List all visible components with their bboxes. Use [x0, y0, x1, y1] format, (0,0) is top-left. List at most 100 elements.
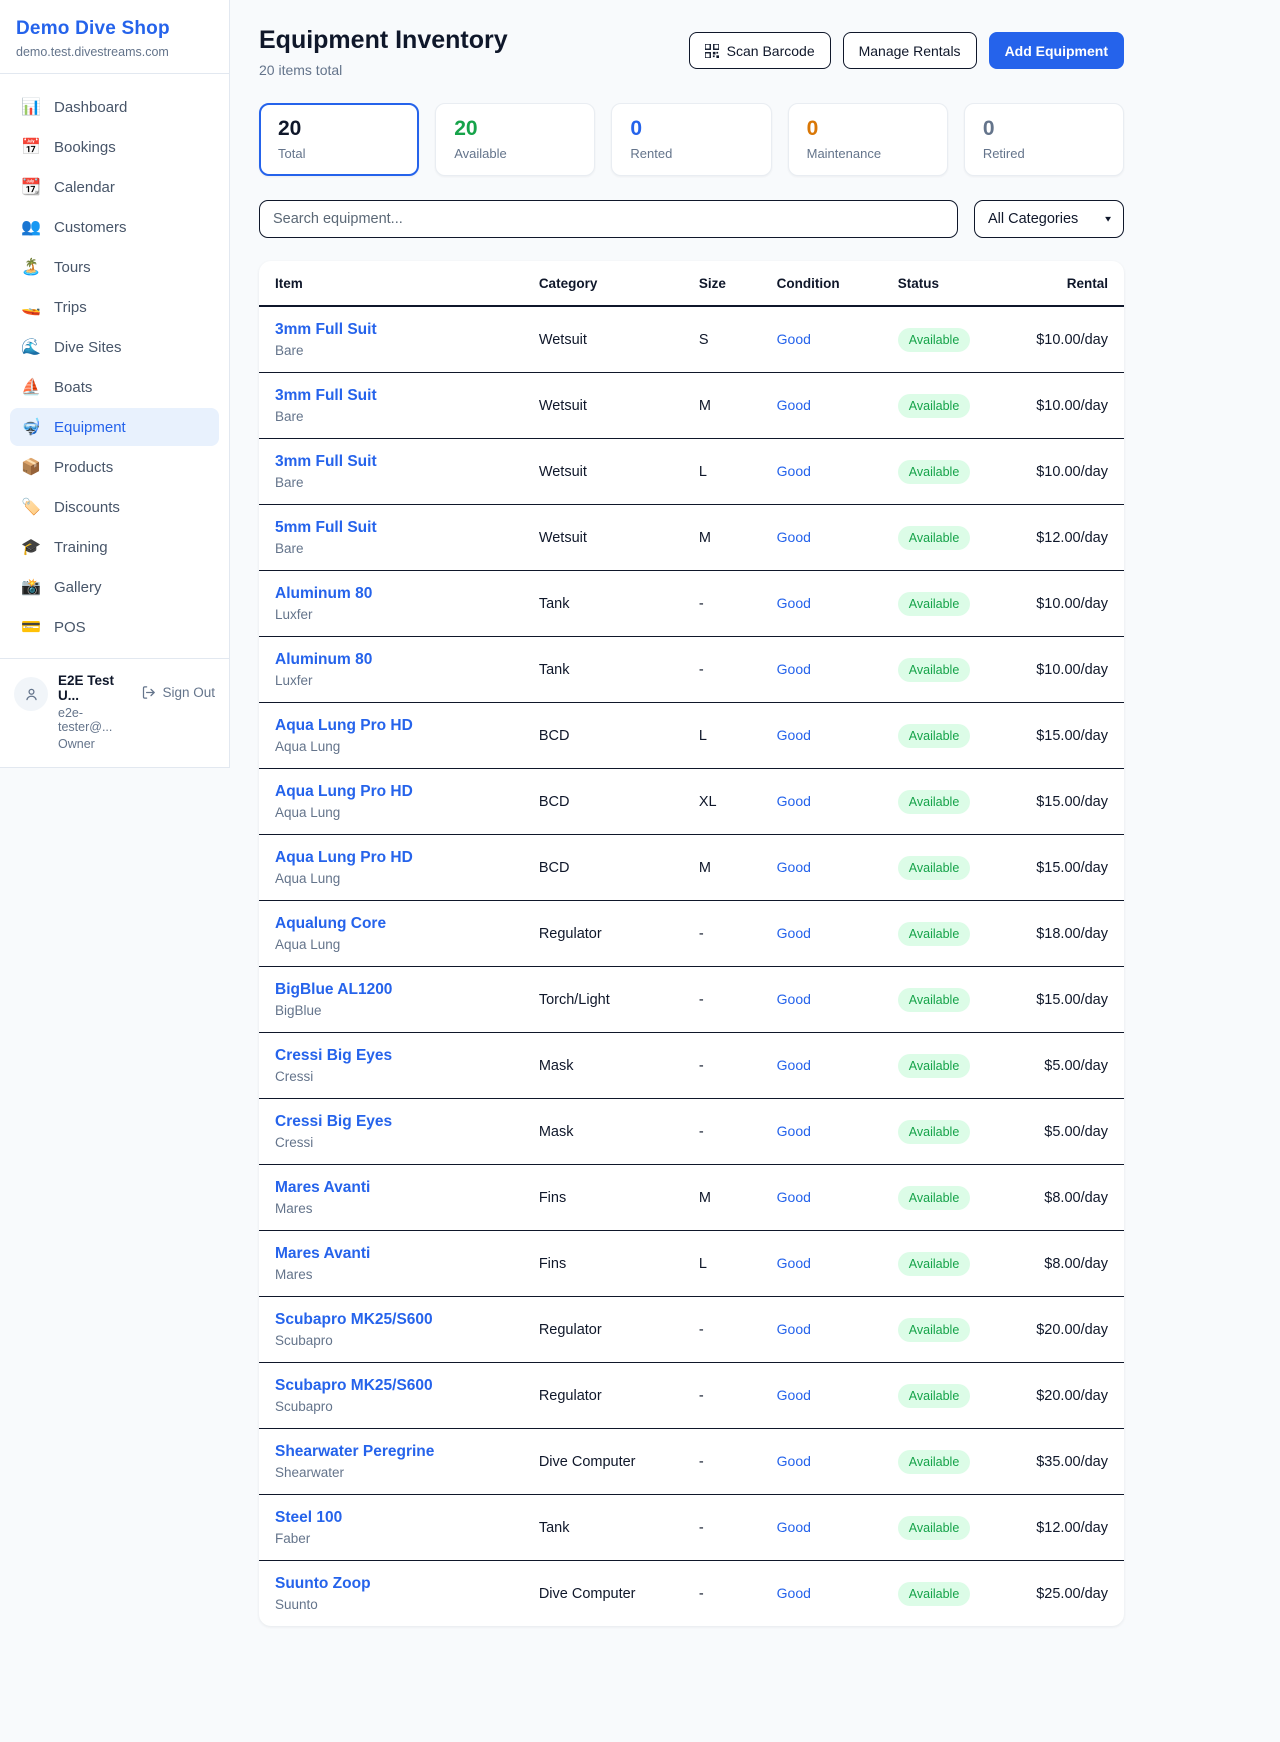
item-name-link[interactable]: Aqua Lung Pro HD: [275, 783, 413, 801]
condition-cell: Good: [761, 901, 882, 967]
sidebar-item[interactable]: 📆 Calendar: [10, 168, 219, 206]
status-badge: Available: [898, 1318, 971, 1342]
column-header-item: Item: [259, 261, 523, 306]
item-brand: Shearwater: [275, 1465, 507, 1480]
add-equipment-button[interactable]: Add Equipment: [989, 32, 1124, 69]
item-name-link[interactable]: Cressi Big Eyes: [275, 1047, 392, 1065]
item-name-link[interactable]: Steel 100: [275, 1509, 342, 1527]
item-condition-link[interactable]: Good: [777, 991, 811, 1007]
item-name-link[interactable]: BigBlue AL1200: [275, 981, 392, 999]
sidebar-item[interactable]: 📸 Gallery: [10, 568, 219, 606]
sidebar-item-label: Discounts: [54, 499, 120, 516]
sidebar-item[interactable]: 🏝️ Tours: [10, 248, 219, 286]
item-name-link[interactable]: Mares Avanti: [275, 1179, 370, 1197]
item-cell: Aqua Lung Pro HD Aqua Lung: [259, 835, 523, 901]
status-badge: Available: [898, 1186, 971, 1210]
table-row: Aqua Lung Pro HD Aqua Lung BCD M Good Av…: [259, 835, 1124, 901]
item-size: -: [683, 1033, 761, 1099]
column-header-condition: Condition: [761, 261, 882, 306]
stat-card[interactable]: 0 Retired: [964, 103, 1124, 176]
status-cell: Available: [882, 505, 1020, 571]
stat-card[interactable]: 0 Maintenance: [788, 103, 948, 176]
item-condition-link[interactable]: Good: [777, 925, 811, 941]
item-condition-link[interactable]: Good: [777, 859, 811, 875]
item-condition-link[interactable]: Good: [777, 1057, 811, 1073]
item-category: Wetsuit: [523, 439, 683, 505]
item-condition-link[interactable]: Good: [777, 1519, 811, 1535]
item-name-link[interactable]: Aqua Lung Pro HD: [275, 717, 413, 735]
sidebar-item[interactable]: 🏷️ Discounts: [10, 488, 219, 526]
item-condition-link[interactable]: Good: [777, 1189, 811, 1205]
scan-barcode-button[interactable]: Scan Barcode: [689, 32, 831, 69]
item-name-link[interactable]: Mares Avanti: [275, 1245, 370, 1263]
item-name-link[interactable]: Scubapro MK25/S600: [275, 1377, 433, 1395]
item-condition-link[interactable]: Good: [777, 1387, 811, 1403]
chevron-down-icon: ▼: [1103, 215, 1113, 224]
item-name-link[interactable]: Cressi Big Eyes: [275, 1113, 392, 1131]
sidebar-item[interactable]: 🌊 Dive Sites: [10, 328, 219, 366]
item-rental: $18.00/day: [1020, 901, 1124, 967]
condition-cell: Good: [761, 571, 882, 637]
item-name-link[interactable]: Shearwater Peregrine: [275, 1443, 434, 1461]
item-name-link[interactable]: 3mm Full Suit: [275, 387, 377, 405]
item-condition-link[interactable]: Good: [777, 661, 811, 677]
sign-out-button[interactable]: Sign Out: [141, 685, 215, 700]
sidebar-item[interactable]: 💳 POS: [10, 608, 219, 646]
item-condition-link[interactable]: Good: [777, 595, 811, 611]
sidebar-item[interactable]: 🚤 Trips: [10, 288, 219, 326]
item-name-link[interactable]: Aluminum 80: [275, 651, 372, 669]
sidebar-item[interactable]: ⛵ Boats: [10, 368, 219, 406]
item-condition-link[interactable]: Good: [777, 1321, 811, 1337]
sidebar-item-icon: 📊: [21, 97, 41, 117]
brand-title[interactable]: Demo Dive Shop: [16, 18, 213, 40]
item-name-link[interactable]: Aqualung Core: [275, 915, 386, 933]
sidebar-item[interactable]: 📦 Products: [10, 448, 219, 486]
sidebar-item-icon: 📸: [21, 577, 41, 597]
condition-cell: Good: [761, 1363, 882, 1429]
item-condition-link[interactable]: Good: [777, 529, 811, 545]
item-rental: $10.00/day: [1020, 439, 1124, 505]
items-total-count: 20 items total: [259, 62, 508, 78]
item-name-link[interactable]: Scubapro MK25/S600: [275, 1311, 433, 1329]
search-input[interactable]: [259, 200, 958, 238]
status-badge: Available: [898, 1516, 971, 1540]
item-name-link[interactable]: 5mm Full Suit: [275, 519, 377, 537]
item-condition-link[interactable]: Good: [777, 397, 811, 413]
item-category: Dive Computer: [523, 1561, 683, 1627]
item-condition-link[interactable]: Good: [777, 727, 811, 743]
item-condition-link[interactable]: Good: [777, 463, 811, 479]
status-cell: Available: [882, 571, 1020, 637]
sidebar-item[interactable]: 📅 Bookings: [10, 128, 219, 166]
sidebar-item[interactable]: 📊 Dashboard: [10, 88, 219, 126]
item-rental: $15.00/day: [1020, 769, 1124, 835]
item-condition-link[interactable]: Good: [777, 793, 811, 809]
status-cell: Available: [882, 1561, 1020, 1627]
item-condition-link[interactable]: Good: [777, 331, 811, 347]
item-name-link[interactable]: Aqua Lung Pro HD: [275, 849, 413, 867]
sidebar-item[interactable]: 🎓 Training: [10, 528, 219, 566]
sidebar-item-icon: 🎓: [21, 537, 41, 557]
category-select[interactable]: All Categories ▼: [974, 200, 1124, 238]
item-name-link[interactable]: Aluminum 80: [275, 585, 372, 603]
item-cell: Aqualung Core Aqua Lung: [259, 901, 523, 967]
status-cell: Available: [882, 439, 1020, 505]
sidebar-item-icon: 🤿: [21, 417, 41, 437]
sidebar-item[interactable]: 🤿 Equipment: [10, 408, 219, 446]
stat-card[interactable]: 0 Rented: [611, 103, 771, 176]
item-cell: Aluminum 80 Luxfer: [259, 571, 523, 637]
item-condition-link[interactable]: Good: [777, 1453, 811, 1469]
item-name-link[interactable]: 3mm Full Suit: [275, 453, 377, 471]
item-condition-link[interactable]: Good: [777, 1123, 811, 1139]
sidebar-item[interactable]: 👥 Customers: [10, 208, 219, 246]
item-brand: Scubapro: [275, 1399, 507, 1414]
item-condition-link[interactable]: Good: [777, 1585, 811, 1601]
sidebar-item-label: Calendar: [54, 179, 115, 196]
item-name-link[interactable]: Suunto Zoop: [275, 1575, 371, 1593]
item-condition-link[interactable]: Good: [777, 1255, 811, 1271]
item-brand: Mares: [275, 1267, 507, 1282]
stat-card[interactable]: 20 Total: [259, 103, 419, 176]
manage-rentals-button[interactable]: Manage Rentals: [843, 32, 977, 69]
stat-card[interactable]: 20 Available: [435, 103, 595, 176]
item-name-link[interactable]: 3mm Full Suit: [275, 321, 377, 339]
condition-cell: Good: [761, 373, 882, 439]
